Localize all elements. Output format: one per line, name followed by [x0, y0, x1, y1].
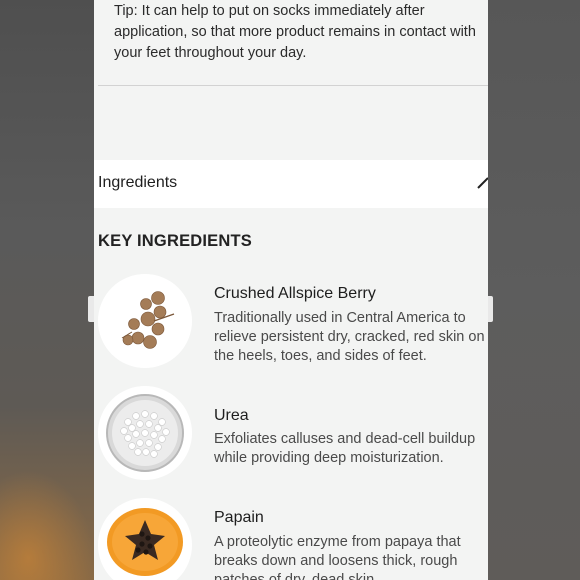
scroll-handle-left — [88, 296, 94, 322]
ingredients-accordion-header[interactable]: Ingredients — [94, 160, 488, 208]
product-details-panel: Tip: It can help to put on socks immedia… — [94, 0, 488, 580]
ingredient-description: Traditionally used in Central America to… — [214, 310, 485, 364]
ingredient-name: Crushed Allspice Berry — [214, 285, 376, 302]
scroll-handle-right — [488, 296, 493, 322]
ingredients-label: Ingredients — [98, 174, 178, 191]
ingredient-name: Urea — [214, 407, 249, 424]
backdrop-glow — [0, 470, 94, 580]
backdrop-right — [488, 0, 580, 580]
pencil-icon[interactable] — [476, 176, 488, 190]
ingredient-name: Papain — [214, 509, 264, 526]
papaya-half-image — [98, 498, 192, 580]
usage-tip: Tip: It can help to put on socks immedia… — [114, 3, 476, 61]
ingredient-description: A proteolytic enzyme from papaya that br… — [214, 534, 461, 580]
allspice-berries-image — [98, 274, 192, 368]
urea-pearls-dish-image — [98, 386, 192, 480]
ingredient-description: Exfoliates calluses and dead-cell buildu… — [214, 431, 476, 466]
section-divider — [98, 85, 488, 86]
key-ingredients-heading: KEY INGREDIENTS — [98, 232, 252, 250]
